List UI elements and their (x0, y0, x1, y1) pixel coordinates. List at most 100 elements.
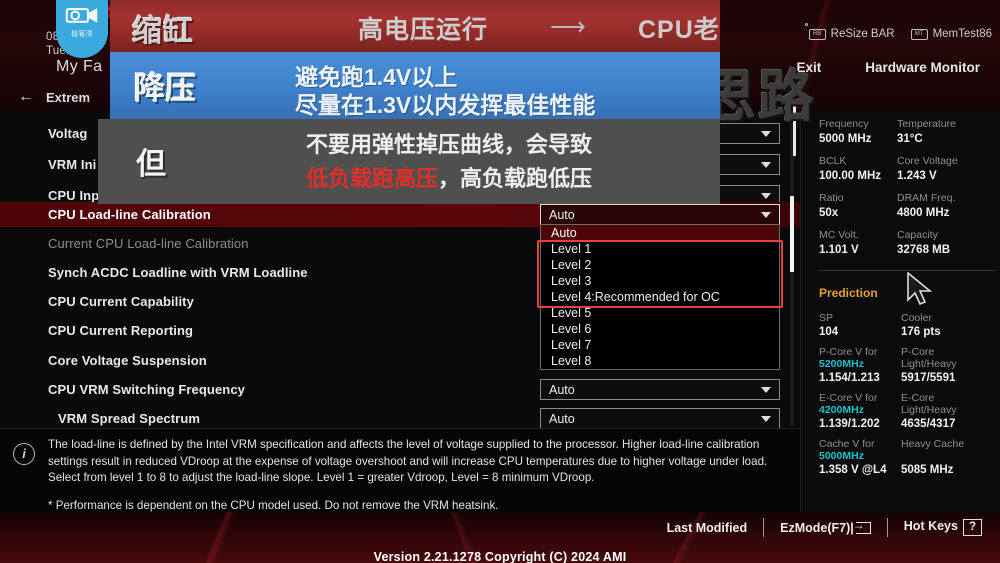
gray-banner: 但 不要用弹性掉压曲线，会导致 低负载跑高压，高负载跑低压 (98, 119, 720, 204)
channel-badge-label: 极客湾 (71, 31, 93, 38)
combo-value: Auto (549, 382, 575, 397)
ezmode-button[interactable]: EzMode(F7)| (780, 518, 871, 535)
gray-banner-line2-red: 低负载跑高压 (306, 166, 439, 191)
prediction-cell-heavy-cache: Heavy Cache 5085 MHz (901, 438, 1000, 478)
breadcrumb-label: Extrem (46, 89, 91, 105)
memtest-icon: MT (910, 28, 928, 40)
hot-keys-button[interactable]: Hot Keys? (904, 519, 982, 536)
dropdown-option-auto[interactable]: Auto (541, 225, 779, 241)
prediction-key-highlight: 5000MHz (819, 450, 864, 462)
monitor-key: Ratio (819, 192, 844, 204)
prediction-cell-cooler: Cooler 176 pts (901, 312, 1000, 339)
chevron-down-icon (761, 211, 771, 218)
monitor-key: Capacity (897, 229, 938, 241)
monitor-value: 31°C (897, 133, 923, 145)
prediction-key: Cooler (901, 312, 932, 324)
prediction-value: 5085 MHz (901, 464, 954, 476)
help-panel: i The load-line is defined by the Intel … (0, 428, 800, 512)
chevron-down-icon (761, 386, 771, 393)
blue-banner-line2: 尽量在1.3V以内发挥最佳性能 (295, 92, 596, 118)
prediction-title: Prediction (819, 286, 878, 300)
setting-value-combo[interactable]: Auto (540, 408, 780, 429)
dropdown-option-level-6[interactable]: Level 6 (541, 321, 779, 337)
divider (763, 518, 765, 537)
monitor-value: 1.101 V (819, 244, 859, 256)
header-tools: RB ReSize BAR MT MemTest86 (804, 23, 992, 40)
setting-label: CPU Current Capability (48, 294, 194, 309)
monitor-value: 100.00 MHz (819, 170, 882, 182)
camera-badge-icon (65, 8, 98, 23)
prediction-key: SP (819, 312, 834, 324)
blue-banner: 降压 避免跑1.4V以上 尽量在1.3V以内发挥最佳性能 (110, 52, 720, 120)
dropdown-highlight-box (537, 240, 783, 308)
monitor-cell-mc-volt: MC Volt. 1.101 V (819, 229, 897, 257)
chevron-down-icon (761, 415, 771, 422)
dropdown-option-level-7[interactable]: Level 7 (541, 337, 779, 353)
help-text: The load-line is defined by the Intel VR… (48, 437, 788, 514)
hardware-monitor-panel: Frequency 5000 MHz Temperature 31°C BCLK… (800, 110, 1000, 512)
monitor-cell-bclk: BCLK 100.00 MHz (819, 155, 897, 183)
gray-banner-line1: 不要用弹性掉压曲线，会导致 (306, 132, 593, 157)
prediction-cell-ecore-v: E-Core V for 4200MHz 1.139/1.202 (819, 392, 901, 431)
red-banner: 缩缸 高电压运行 ⟶ CPU老化 (110, 0, 720, 52)
monitor-cell-dram-freq: DRAM Freq. 4800 MHz (897, 192, 995, 220)
resize-bar-tool[interactable]: RB ReSize BAR (804, 23, 895, 40)
monitor-grid: Frequency 5000 MHz Temperature 31°C BCLK… (819, 118, 995, 257)
prediction-value: 4635/4317 (901, 417, 956, 430)
monitor-key: DRAM Freq. (897, 192, 956, 204)
last-modified-button[interactable]: Last Modified (667, 521, 748, 535)
monitor-cell-temperature: Temperature 31°C (897, 118, 995, 146)
setting-label: Voltag (48, 126, 88, 141)
monitor-key: Temperature (897, 118, 956, 130)
setting-value-combo[interactable]: Auto (540, 379, 780, 400)
setting-label: VRM Spread Spectrum (58, 411, 201, 426)
prediction-key: Heavy Cache (901, 437, 965, 450)
scrollbar-thumb[interactable] (790, 196, 794, 272)
setting-label: CPU Load-line Calibration (48, 207, 211, 222)
setting-row-cpu-vrm-switching-frequency[interactable]: CPU VRM Switching Frequency Auto (0, 375, 800, 404)
monitor-key: Frequency (819, 118, 869, 130)
setting-value-combo[interactable]: Auto (540, 204, 780, 225)
chevron-down-icon (761, 161, 771, 168)
prediction-grid: SP 104 Cooler 176 pts P-Core V for 5200M… (819, 312, 1000, 477)
prediction-key: E-Core Light/Heavy (901, 391, 957, 417)
gray-banner-line2-rest: ，高负载跑低压 (438, 166, 593, 191)
gray-banner-tag: 但 (136, 148, 166, 181)
prediction-value: 1.358 V @L4 (819, 463, 887, 476)
memtest-label: MemTest86 (932, 28, 992, 40)
bios-version: Version 2.21.1278 Copyright (C) 2024 AMI (373, 550, 627, 563)
monitor-cell-core-voltage: Core Voltage 1.243 V (897, 155, 995, 183)
ezmode-icon (853, 518, 871, 534)
my-favorites-label[interactable]: My Fa (56, 58, 102, 76)
gray-banner-line2: 低负载跑高压，高负载跑低压 (306, 161, 592, 193)
prediction-value: 176 pts (901, 325, 941, 338)
monitor-key: MC Volt. (819, 229, 859, 241)
prediction-key: P-Core Light/Heavy (901, 345, 957, 371)
breadcrumb[interactable]: ← Extrem (18, 88, 90, 106)
info-icon: i (13, 443, 35, 465)
memtest-tool[interactable]: MT MemTest86 (910, 28, 992, 40)
monitor-value: 32768 MB (897, 244, 951, 256)
top-menu: Exit Hardware Monitor (796, 60, 980, 75)
back-arrow-icon[interactable]: ← (18, 88, 34, 106)
prediction-key-highlight: 5200MHz (819, 358, 864, 370)
prediction-cell-ecore-clocks: E-Core Light/Heavy 4635/4317 (901, 392, 1000, 431)
red-banner-tag: 缩缸 (132, 15, 194, 48)
monitor-value: 4800 MHz (897, 207, 950, 219)
prediction-cell-sp: SP 104 (819, 312, 901, 339)
dropdown-option-level-8[interactable]: Level 8 (541, 353, 779, 369)
divider (886, 518, 888, 537)
hardware-monitor-button[interactable]: Hardware Monitor (865, 60, 980, 75)
prediction-key-highlight: 4200MHz (819, 404, 864, 416)
red-banner-effect: CPU老化 (638, 16, 720, 44)
bottom-actions: Last Modified EzMode(F7)| Hot Keys? (667, 518, 982, 537)
blue-banner-tag: 降压 (134, 71, 196, 106)
combo-value: Auto (549, 207, 575, 222)
prediction-key: P-Core V for (819, 345, 878, 358)
monitor-key: Core Voltage (897, 155, 958, 167)
setting-label: VRM Ini (48, 157, 97, 172)
channel-badge: 极客湾 (56, 0, 108, 58)
setting-label: CPU VRM Switching Frequency (48, 382, 246, 397)
prediction-key: Cache V for (819, 437, 875, 450)
setting-label: Core Voltage Suspension (48, 353, 207, 368)
